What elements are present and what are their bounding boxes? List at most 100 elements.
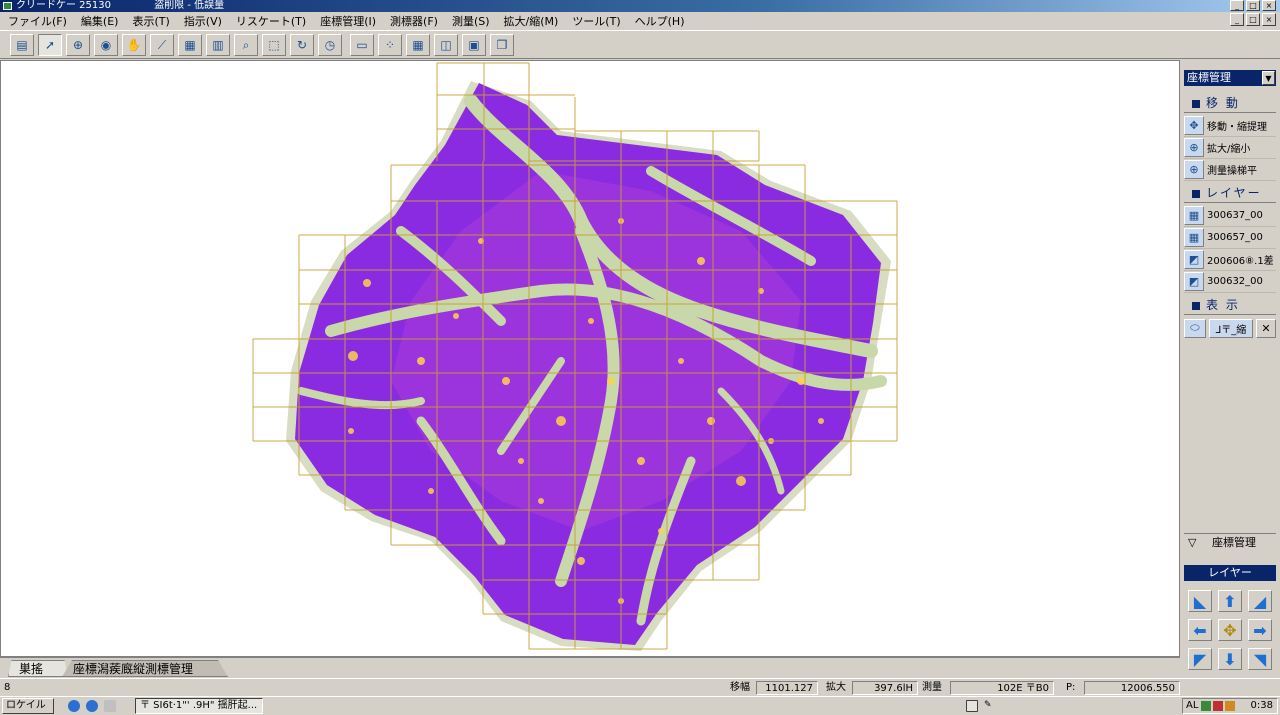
layer-item-label: 300657_00 xyxy=(1207,232,1263,243)
pan-downright-icon[interactable]: ◥ xyxy=(1248,648,1272,670)
system-tray: AL 0:38 xyxy=(1182,698,1278,714)
grid-icon[interactable]: ▦ xyxy=(178,34,202,56)
globe-icon[interactable]: ◉ xyxy=(94,34,118,56)
menu-coordinates[interactable]: 座標管理(I) xyxy=(320,13,376,29)
panel-item-zoom[interactable]: ⊕ 拡大/縮小 xyxy=(1184,137,1276,159)
desktop-icon[interactable] xyxy=(104,700,116,712)
menu-list[interactable]: リスケート(T) xyxy=(236,13,306,29)
chevron-down-icon[interactable]: ▼ xyxy=(1262,71,1275,85)
layer-item[interactable]: ◩ 200606⑧.1差 xyxy=(1184,249,1276,271)
doc-restore-button[interactable]: □ xyxy=(1246,13,1260,26)
volume-icon[interactable] xyxy=(1225,701,1235,711)
side-panel: 座標管理 ▼ 移 動 ✥ 移動・縮提理 ⊕ 拡大/縮小 ⊕ 測量操梯平 レイヤー… xyxy=(1182,66,1278,678)
security-icon[interactable] xyxy=(1213,701,1223,711)
panel-footer[interactable]: ▽ 座標管理 xyxy=(1184,533,1276,551)
pointer-icon[interactable]: ➚ xyxy=(38,34,62,56)
app-title: クリードケー 25130 xyxy=(16,0,111,11)
zoom-in-icon[interactable]: ⊕ xyxy=(66,34,90,56)
scale-tool-button[interactable]: ⅃〒_縮 xyxy=(1209,318,1253,338)
image-layer-icon: ◩ xyxy=(1184,250,1204,269)
task-item-app[interactable]: 〒 SI6t·1"' .9H" 揺肝起... xyxy=(135,698,263,714)
tray-pen-icon[interactable]: ✎ xyxy=(984,700,996,712)
pan-icon[interactable]: ✋ xyxy=(122,34,146,56)
pan-downleft-icon[interactable]: ◤ xyxy=(1188,648,1212,670)
menu-view[interactable]: 表示(T) xyxy=(132,13,169,29)
maximize-button[interactable]: □ xyxy=(1246,0,1260,11)
p-value: 12006.550 xyxy=(1084,681,1180,695)
pan-right-icon[interactable]: ➡ xyxy=(1248,619,1272,641)
menu-survey[interactable]: 測量(S) xyxy=(452,13,490,29)
table-icon[interactable]: ▥ xyxy=(206,34,230,56)
tray-window-icon[interactable] xyxy=(966,700,978,712)
pan-upright-icon[interactable]: ◢ xyxy=(1248,590,1272,612)
menu-tools[interactable]: ツール(T) xyxy=(572,13,620,29)
minimize-button[interactable]: _ xyxy=(1230,0,1244,11)
view-header-label: 表 示 xyxy=(1206,298,1240,312)
layer-item[interactable]: ▦ 300637_00 xyxy=(1184,205,1276,227)
status-left: 8 xyxy=(4,682,11,693)
ruler-icon[interactable]: ▭ xyxy=(350,34,374,56)
document-title: 盗削限 - 低誤量 xyxy=(154,0,225,11)
section-marker-icon xyxy=(1192,99,1200,108)
tab-sheet-2[interactable]: 座標潟蒺廐縦測標管理 xyxy=(62,660,228,677)
menu-bar: ファイル(F) 編集(E) 表示(T) 指示(V) リスケート(T) 座標管理(… xyxy=(0,12,1280,30)
panel-item-zoom-measure[interactable]: ⊕ 測量操梯平 xyxy=(1184,159,1276,181)
panel-mode-select[interactable]: 座標管理 ▼ xyxy=(1184,70,1276,86)
layer-item-label: 300632_00 xyxy=(1207,276,1263,287)
search-icon[interactable]: ⌕ xyxy=(234,34,258,56)
pan-down-icon[interactable]: ⬇ xyxy=(1218,648,1242,670)
close-icon[interactable]: ✕ xyxy=(1256,318,1276,338)
panel-mode-value: 座標管理 xyxy=(1187,71,1231,84)
pan-upleft-icon[interactable]: ◣ xyxy=(1188,590,1212,612)
points-icon[interactable]: ⁘ xyxy=(378,34,402,56)
panel-item-move[interactable]: ✥ 移動・縮提理 xyxy=(1184,115,1276,137)
close-button[interactable]: × xyxy=(1262,0,1276,11)
doc-minimize-button[interactable]: _ xyxy=(1230,13,1244,26)
browser-icon[interactable] xyxy=(68,700,80,712)
map-view[interactable] xyxy=(0,60,1180,657)
move-icon: ✥ xyxy=(1184,116,1204,135)
clock-icon[interactable]: ◷ xyxy=(318,34,342,56)
layer-header-label: レイヤー xyxy=(1206,186,1262,200)
tab-sheet-1[interactable]: 巣搖 xyxy=(8,660,68,677)
pan-up-icon[interactable]: ⬆ xyxy=(1218,590,1242,612)
export-icon[interactable]: ▣ xyxy=(462,34,486,56)
view-section-header: 表 示 xyxy=(1184,296,1276,315)
doc-close-button[interactable]: × xyxy=(1262,13,1276,26)
panel-item-label: 測量操梯平 xyxy=(1207,166,1257,177)
copy-icon[interactable]: ❐ xyxy=(490,34,514,56)
survey-label: 測量 xyxy=(922,682,942,693)
start-button[interactable]: ロケイル xyxy=(2,698,54,714)
menu-zoom[interactable]: 拡大/縮(M) xyxy=(504,13,559,29)
section-marker-icon xyxy=(1192,301,1200,310)
title-bar: クリードケー 25130 盗削限 - 低誤量 _ □ × xyxy=(0,0,1280,12)
filter-icon: ▽ xyxy=(1188,536,1197,549)
menu-instruct[interactable]: 指示(V) xyxy=(184,13,222,29)
menu-edit[interactable]: 編集(E) xyxy=(81,13,119,29)
menu-file[interactable]: ファイル(F) xyxy=(8,13,67,29)
pan-center-icon[interactable]: ✥ xyxy=(1218,619,1242,641)
rotate-icon[interactable]: ↻ xyxy=(290,34,314,56)
layer-icon[interactable]: ▤ xyxy=(10,34,34,56)
split-icon[interactable]: ◫ xyxy=(434,34,458,56)
menu-help[interactable]: ヘルプ(H) xyxy=(635,13,685,29)
menu-instruments[interactable]: 測標器(F) xyxy=(390,13,438,29)
select-area-icon[interactable]: ⬚ xyxy=(262,34,286,56)
toolbar: ▤ ➚ ⊕ ◉ ✋ ⟋ ▦ ▥ ⌕ ⬚ ↻ ◷ ▭ ⁘ ▦ ◫ ▣ ❐ xyxy=(0,30,1280,59)
app-icon xyxy=(3,2,12,10)
grid-edit-icon[interactable]: ▦ xyxy=(406,34,430,56)
browser2-icon[interactable] xyxy=(86,700,98,712)
layer-item[interactable]: ◩ 300632_00 xyxy=(1184,271,1276,293)
measure-line-icon[interactable]: ⟋ xyxy=(150,34,174,56)
tray-lang[interactable]: AL xyxy=(1186,699,1198,713)
zoom-measure-icon: ⊕ xyxy=(1184,160,1204,179)
network-icon[interactable] xyxy=(1201,701,1211,711)
document-window-buttons: _ □ × xyxy=(1230,13,1276,26)
zoom-icon: ⊕ xyxy=(1184,138,1204,157)
layer-item[interactable]: ▦ 300657_00 xyxy=(1184,227,1276,249)
pan-left-icon[interactable]: ⬅ xyxy=(1188,619,1212,641)
layer-item-label: 300637_00 xyxy=(1207,210,1263,221)
taskbar: ロケイル 〒 SI6t·1"' .9H" 揺肝起... ✎ AL 0:38 xyxy=(0,696,1280,715)
ellipse-tool-icon[interactable]: ⬭ xyxy=(1184,318,1206,338)
map-canvas[interactable] xyxy=(1,61,1180,657)
